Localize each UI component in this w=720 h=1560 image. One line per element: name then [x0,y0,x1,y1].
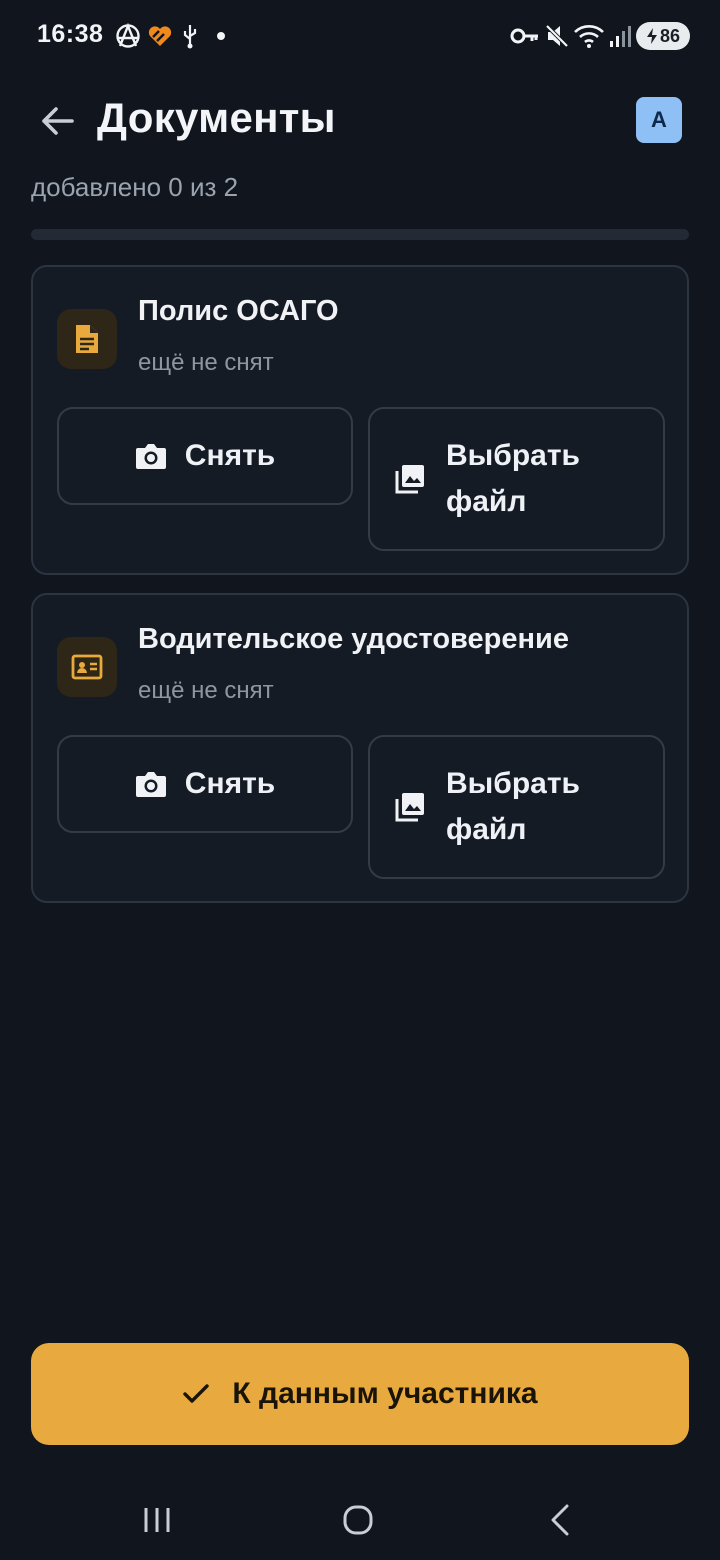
shoot-label: Снять [184,439,276,472]
camera-icon [135,772,166,797]
navigation-bar [0,1480,720,1560]
back-nav-icon [551,1504,569,1536]
choose-file-button[interactable]: Выбрать файл [368,407,665,551]
choose-file-label: Выбрать файл [446,439,580,518]
battery-charging-icon [646,28,657,44]
recent-apps-icon [144,1508,170,1532]
gallery-icon [395,465,424,494]
status-bar: 16:38 86 [0,0,720,72]
page-title: Документы [97,94,336,141]
signal-icon [608,22,632,50]
gallery-icon [395,793,424,822]
choose-file-label: Выбрать файл [446,767,580,846]
anarchy-icon [114,22,142,50]
shoot-label: Снять [184,767,276,800]
progress-bar [31,229,689,240]
document-title: Полис ОСАГО [138,295,339,327]
primary-button-label: К данным участника [232,1377,538,1410]
recent-apps-button[interactable] [135,1498,179,1542]
avatar[interactable]: A [636,97,682,143]
progress-text: добавлено 0 из 2 [31,172,239,202]
mute-icon [543,22,571,50]
choose-file-button[interactable]: Выбрать файл [368,735,665,879]
back-button[interactable] [34,98,80,144]
usb-icon [180,22,200,50]
back-nav-button[interactable] [538,1498,582,1542]
document-card-license: Водительское удостоверение ещё не снят С… [31,593,689,903]
screen: 16:38 86 Документы A добавлено 0 из 2 По… [0,0,720,1560]
document-icon [57,309,117,369]
shoot-button[interactable]: Снять [57,407,353,505]
home-button[interactable] [336,1498,380,1542]
id-card-icon [57,637,117,697]
wifi-icon [572,22,606,50]
key-icon [510,22,540,50]
to-participant-data-button[interactable]: К данным участника [31,1343,689,1445]
battery-indicator: 86 [636,22,690,50]
status-time: 16:38 [37,20,104,48]
check-icon [183,1384,210,1403]
heart-app-icon [147,22,173,50]
document-status: ещё не снят [138,349,274,376]
camera-icon [135,444,166,469]
shoot-button[interactable]: Снять [57,735,353,833]
battery-level: 86 [659,25,681,46]
document-title: Водительское удостоверение [138,623,569,655]
home-icon [343,1505,373,1535]
document-card-osago: Полис ОСАГО ещё не снят Снять Выбрать фа… [31,265,689,575]
document-status: ещё не снят [138,677,274,704]
dot-icon [214,22,228,50]
arrow-left-icon [42,107,74,135]
